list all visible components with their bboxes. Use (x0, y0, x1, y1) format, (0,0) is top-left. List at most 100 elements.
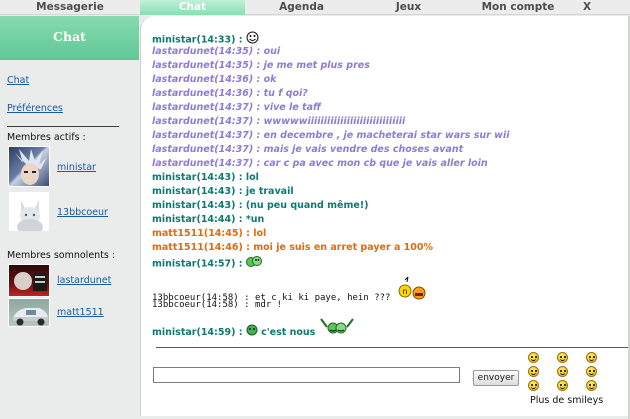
message-text: *un (245, 214, 265, 225)
message-row: lastardunet(14:36) : ok (152, 74, 277, 85)
message-row: lastardunet(14:37) : wwwwwiiiiiiiiiiiiii… (152, 116, 406, 127)
message-text: c'est nous (261, 327, 316, 338)
avatar-lastardunet-image (14, 272, 47, 291)
smiley-palette (528, 352, 608, 396)
tab-messagerie[interactable]: Messagerie (0, 0, 140, 15)
smiley-group-icon (245, 255, 262, 273)
smiley-icon[interactable] (586, 366, 597, 377)
smiley-wave-icon (319, 317, 355, 340)
message-text: tu f qoi? (263, 88, 308, 99)
sidebar-header: Chat (0, 16, 139, 60)
chat-panel: ministar(14:33) : lastardunet(14:35) : o… (140, 16, 630, 416)
message-time: 14:45 (208, 228, 239, 239)
message-time: 14:57 (200, 258, 232, 270)
member-13bbcoeur[interactable]: 13bbcoeur (57, 207, 108, 218)
message-time: 14:46 (208, 242, 239, 253)
member-matt1511[interactable]: matt1511 (57, 307, 104, 318)
message-user: ministar (152, 327, 197, 338)
message-text: moi je suis en arret payer a 100% (253, 242, 434, 253)
message-row: ministar(14:59) : c'est nous (152, 318, 355, 338)
message-user: ministar (152, 186, 197, 197)
message-time: 14:37 (218, 116, 249, 127)
tab-mon-compte[interactable]: Mon compte (459, 0, 577, 15)
message-row: matt1511(14:45) : lol (152, 228, 267, 239)
member-ministar[interactable]: ministar (57, 162, 96, 173)
close-tab-button[interactable]: X (577, 0, 597, 15)
message-text: oui (263, 46, 281, 57)
smiley-icon[interactable] (586, 352, 597, 363)
avatar-13bbcoeur[interactable] (8, 191, 50, 232)
message-user: ministar (152, 34, 197, 46)
sidebar-divider (7, 126, 119, 127)
message-user: ministar (152, 200, 197, 211)
smiley-icon[interactable] (586, 380, 597, 391)
message-user: matt1511 (152, 242, 204, 253)
tab-jeux[interactable]: Jeux (358, 0, 459, 15)
message-row: lastardunet(14:35) : oui (152, 46, 281, 57)
message-row: ministar(14:33) : (152, 31, 259, 46)
top-navigation: Messagerie Chat Agenda Jeux Mon compte X (0, 0, 630, 15)
message-row: ministar(14:43) : (nu peu quand même!) (152, 200, 369, 211)
message-user: lastardunet (152, 46, 215, 57)
message-row: ministar(14:57) : (152, 255, 262, 270)
message-time: 14:37 (218, 158, 249, 169)
more-smileys-link[interactable]: Plus de smileys (530, 395, 603, 406)
avatar-ministar[interactable] (8, 146, 50, 187)
composer-divider (156, 347, 630, 348)
message-time: 14:35 (218, 60, 249, 71)
message-text: wwwwwiiiiiiiiiiiiiiiiiiiiiiiiiiiiii (263, 116, 406, 127)
message-text: je travail (245, 186, 294, 197)
message-text: mais je vais vendre des choses avant (263, 144, 464, 155)
message-user: lastardunet (152, 144, 215, 155)
message-text: mdr ! (254, 300, 283, 310)
sidebar-link-preferences[interactable]: Préférences (7, 103, 63, 114)
message-text: lol (245, 172, 259, 183)
sleeping-members-label: Membres somnolents : (7, 250, 116, 261)
message-row: lastardunet(14:37) : car c pa avec mon c… (152, 158, 488, 169)
avatar-lastardunet[interactable] (8, 264, 50, 297)
message-user: lastardunet (152, 102, 215, 113)
message-input[interactable] (153, 367, 460, 383)
message-time: 14:37 (218, 130, 249, 141)
avatar-ministar-image (15, 149, 47, 185)
message-time: 14:43 (200, 172, 232, 183)
tab-agenda[interactable]: Agenda (245, 0, 358, 15)
message-row: lastardunet(14:37) : en decembre , je ma… (152, 130, 510, 141)
sidebar-link-chat[interactable]: Chat (7, 75, 29, 86)
smiley-icon[interactable] (528, 352, 539, 363)
smiley-icon[interactable] (557, 366, 568, 377)
smiley-icon[interactable] (557, 380, 568, 391)
message-time: 14:37 (218, 102, 249, 113)
message-time: 14:35 (218, 46, 249, 57)
avatar-matt1511[interactable] (8, 298, 50, 327)
message-time: 14:59 (200, 327, 232, 338)
smiley-duo-icon: n (396, 275, 428, 306)
message-user: 13bbcoeur (152, 300, 201, 310)
message-user: matt1511 (152, 228, 204, 239)
message-time: 14:43 (200, 186, 232, 197)
message-time: 14:44 (200, 214, 232, 225)
message-time: 14:33 (200, 34, 232, 46)
message-text: (nu peu quand même!) (245, 200, 369, 211)
message-row: lastardunet(14:37) : mais je vais vendre… (152, 144, 464, 155)
message-row: lastardunet(14:35) : je me met plus pres (152, 60, 370, 71)
sidebar-title: Chat (53, 29, 86, 44)
message-row: lastardunet(14:37) : vive le taff (152, 102, 321, 113)
message-text: je me met plus pres (263, 60, 370, 71)
message-user: ministar (152, 172, 197, 183)
message-text: ok (263, 74, 277, 85)
message-user: ministar (152, 214, 197, 225)
message-time: 14:36 (218, 88, 249, 99)
send-button[interactable]: envoyer (473, 370, 519, 386)
message-user: lastardunet (152, 158, 215, 169)
message-row: matt1511(14:46) : moi je suis en arret p… (152, 242, 434, 253)
member-lastardunet[interactable]: lastardunet (57, 275, 111, 286)
tab-chat[interactable]: Chat (140, 0, 245, 15)
smiley-icon[interactable] (557, 352, 568, 363)
smiley-green-icon (246, 324, 258, 341)
message-row: ministar(14:44) : *un (152, 214, 265, 225)
message-user: lastardunet (152, 74, 215, 85)
smiley-icon[interactable] (528, 366, 539, 377)
smiley-icon[interactable] (528, 380, 539, 391)
svg-text:n: n (402, 287, 407, 296)
